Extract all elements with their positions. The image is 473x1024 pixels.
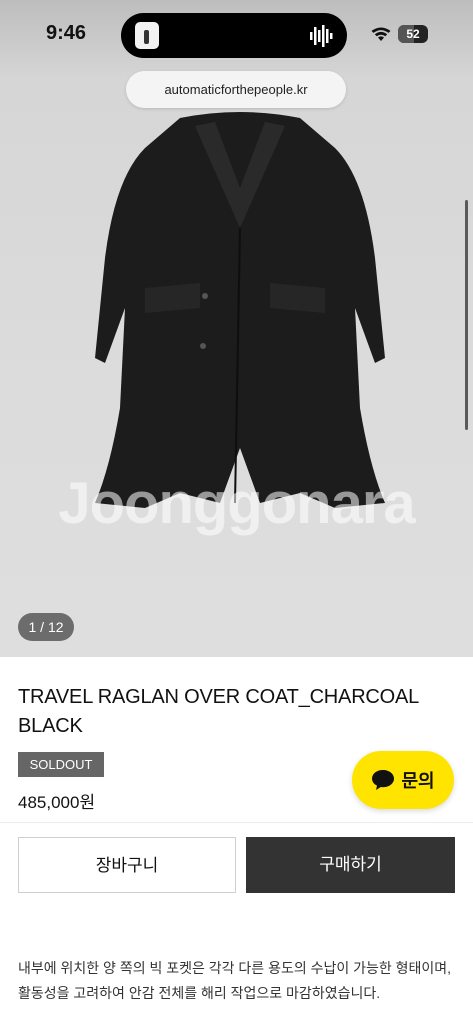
soldout-badge: SOLDOUT bbox=[18, 752, 104, 777]
battery-icon: 52 bbox=[398, 25, 428, 43]
now-playing-thumbnail bbox=[135, 22, 159, 49]
image-counter: 1 / 12 bbox=[18, 613, 74, 641]
battery-percentage: 52 bbox=[406, 27, 420, 41]
scrollbar[interactable] bbox=[465, 200, 468, 430]
dynamic-island[interactable] bbox=[121, 13, 347, 58]
buy-now-button[interactable]: 구매하기 bbox=[246, 837, 455, 893]
inquiry-chat-button[interactable]: 문의 bbox=[352, 751, 454, 809]
divider bbox=[0, 822, 473, 823]
product-description: 내부에 위치한 양 쪽의 빅 포켓은 각각 다른 용도의 수납이 가능한 형태이… bbox=[18, 960, 452, 1001]
chat-bubble-icon bbox=[372, 770, 395, 790]
status-bar: 9:46 52 bbox=[0, 0, 473, 70]
product-price: 485,000원 bbox=[18, 793, 96, 812]
chat-button-label: 문의 bbox=[401, 771, 435, 791]
waveform-icon bbox=[310, 25, 333, 47]
coat-image bbox=[95, 112, 385, 508]
status-time: 9:46 bbox=[46, 22, 87, 44]
address-bar[interactable]: automaticforthepeople.kr bbox=[126, 71, 346, 108]
product-title: TRAVEL RAGLAN OVER COAT_CHARCOAL BLACK bbox=[18, 686, 419, 737]
add-to-cart-button[interactable]: 장바구니 bbox=[18, 837, 236, 893]
watermark: Joonggonara bbox=[58, 471, 415, 536]
wifi-icon bbox=[371, 27, 391, 41]
